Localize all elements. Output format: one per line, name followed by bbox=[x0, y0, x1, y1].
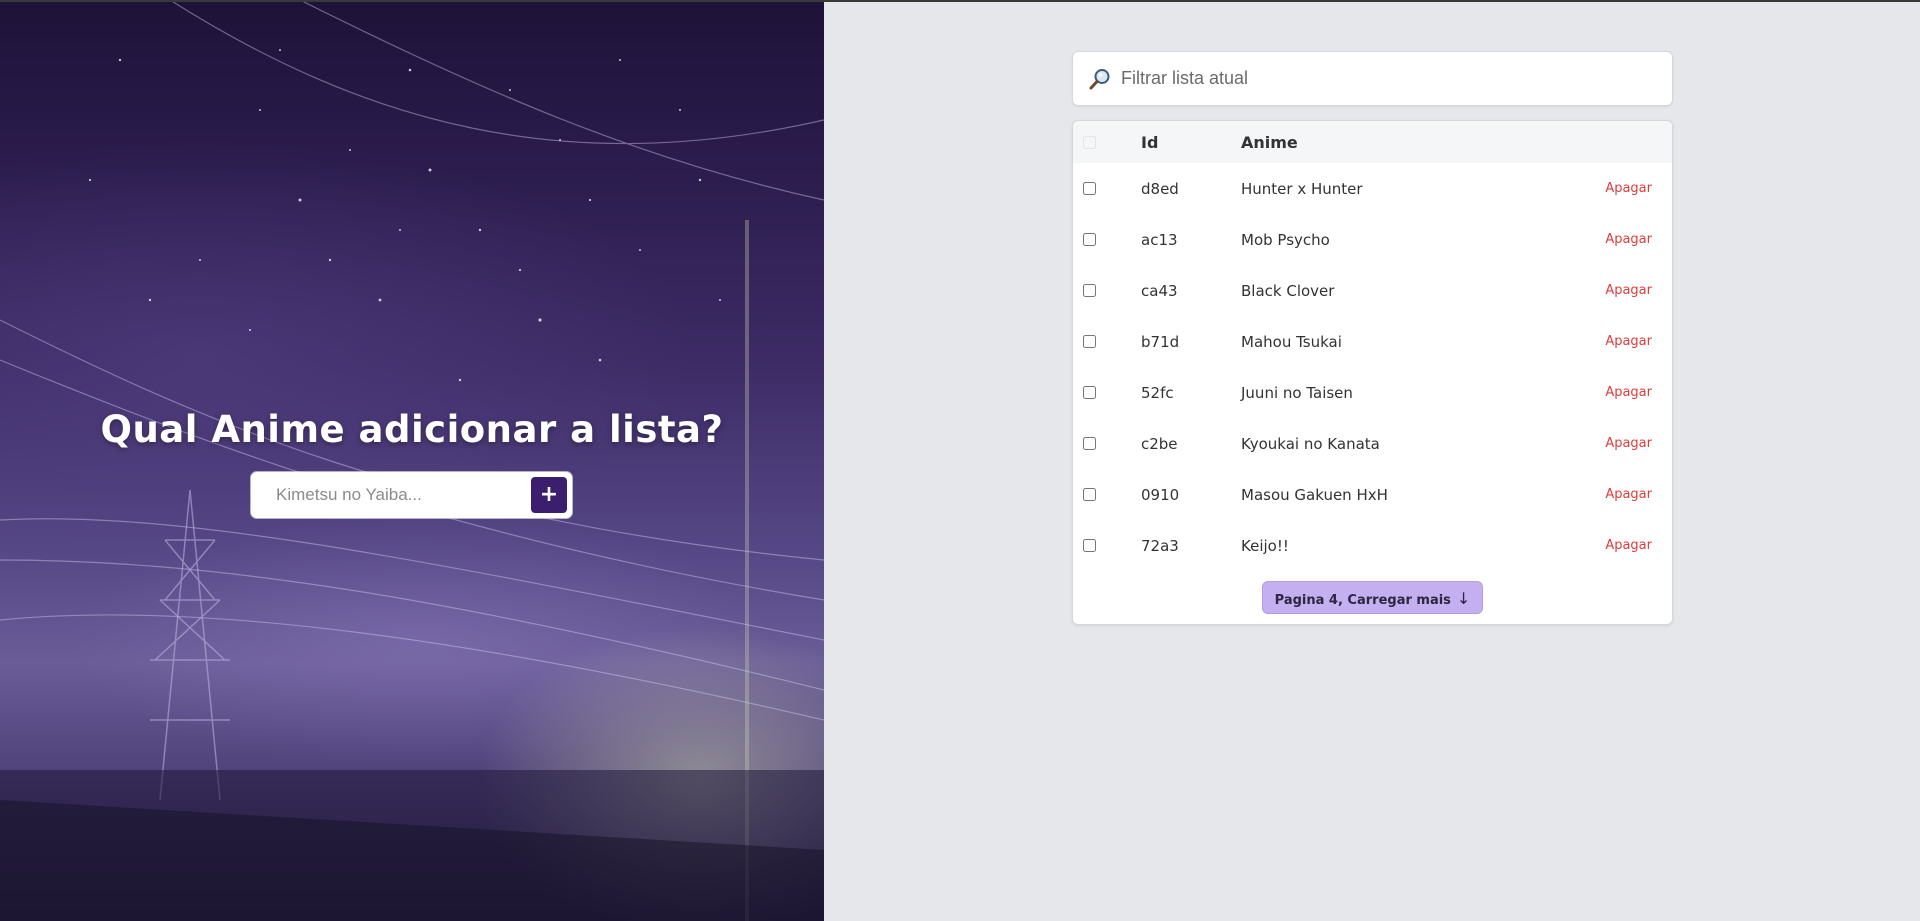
anime-name-input[interactable] bbox=[254, 475, 531, 515]
row-id: 72a3 bbox=[1141, 536, 1179, 555]
row-id: 0910 bbox=[1141, 485, 1180, 504]
row-anime-name: Masou Gakuen HxH bbox=[1241, 485, 1388, 504]
night-sky-background bbox=[0, 0, 824, 921]
delete-button[interactable]: Apagar bbox=[1605, 538, 1652, 553]
column-header-id: Id bbox=[1141, 132, 1159, 152]
row-checkbox[interactable] bbox=[1083, 437, 1096, 450]
hero-panel: Qual Anime adicionar a lista? + bbox=[0, 0, 824, 921]
table-row: 72a3 Keijo!! Apagar bbox=[1073, 520, 1672, 571]
row-id: 52fc bbox=[1141, 383, 1174, 402]
row-checkbox[interactable] bbox=[1083, 386, 1096, 399]
table-body: d8ed Hunter x Hunter Apagar ac13 Mob Psy… bbox=[1073, 163, 1672, 571]
arrow-down-icon: ↓ bbox=[1456, 589, 1471, 608]
row-checkbox[interactable] bbox=[1083, 539, 1096, 552]
row-id: b71d bbox=[1141, 332, 1180, 351]
row-id: ca43 bbox=[1141, 281, 1178, 300]
table-header: Id Anime bbox=[1073, 121, 1672, 163]
row-anime-name: Mob Psycho bbox=[1241, 230, 1330, 249]
delete-button[interactable]: Apagar bbox=[1605, 436, 1652, 451]
hero-title: Qual Anime adicionar a lista? bbox=[100, 408, 724, 451]
delete-button[interactable]: Apagar bbox=[1605, 334, 1652, 349]
row-anime-name: Mahou Tsukai bbox=[1241, 332, 1342, 351]
filter-input[interactable] bbox=[1121, 68, 1672, 89]
filter-box bbox=[1072, 51, 1673, 106]
table-row: b71d Mahou Tsukai Apagar bbox=[1073, 316, 1672, 367]
table-row: c2be Kyoukai no Kanata Apagar bbox=[1073, 418, 1672, 469]
delete-button[interactable]: Apagar bbox=[1605, 232, 1652, 247]
window-top-border bbox=[0, 0, 1920, 2]
table-row: ca43 Black Clover Apagar bbox=[1073, 265, 1672, 316]
row-anime-name: Hunter x Hunter bbox=[1241, 179, 1363, 198]
load-more-button[interactable]: Pagina 4, Carregar mais ↓ bbox=[1261, 581, 1484, 614]
table-row: 52fc Juuni no Taisen Apagar bbox=[1073, 367, 1672, 418]
load-more-label: Pagina 4, Carregar mais bbox=[1274, 593, 1451, 608]
row-anime-name: Black Clover bbox=[1241, 281, 1335, 300]
row-anime-name: Juuni no Taisen bbox=[1241, 383, 1353, 402]
row-checkbox[interactable] bbox=[1083, 488, 1096, 501]
table-row: 0910 Masou Gakuen HxH Apagar bbox=[1073, 469, 1672, 520]
row-checkbox[interactable] bbox=[1083, 335, 1096, 348]
row-id: c2be bbox=[1141, 434, 1178, 453]
add-anime-button[interactable]: + bbox=[531, 477, 567, 513]
anime-list-table: Id Anime d8ed Hunter x Hunter Apagar ac1… bbox=[1072, 120, 1673, 625]
select-all-checkbox[interactable] bbox=[1083, 135, 1096, 149]
add-anime-form: + bbox=[251, 472, 572, 518]
load-more-wrap: Pagina 4, Carregar mais ↓ bbox=[1073, 581, 1672, 614]
delete-button[interactable]: Apagar bbox=[1605, 181, 1652, 196]
row-checkbox[interactable] bbox=[1083, 233, 1096, 246]
row-anime-name: Keijo!! bbox=[1241, 536, 1289, 555]
row-id: d8ed bbox=[1141, 179, 1179, 198]
row-checkbox[interactable] bbox=[1083, 182, 1096, 195]
row-anime-name: Kyoukai no Kanata bbox=[1241, 434, 1380, 453]
table-row: d8ed Hunter x Hunter Apagar bbox=[1073, 163, 1672, 214]
row-id: ac13 bbox=[1141, 230, 1178, 249]
delete-button[interactable]: Apagar bbox=[1605, 283, 1652, 298]
search-icon bbox=[1089, 68, 1110, 89]
delete-button[interactable]: Apagar bbox=[1605, 385, 1652, 400]
column-header-anime: Anime bbox=[1241, 132, 1298, 152]
delete-button[interactable]: Apagar bbox=[1605, 487, 1652, 502]
row-checkbox[interactable] bbox=[1083, 284, 1096, 297]
table-row: ac13 Mob Psycho Apagar bbox=[1073, 214, 1672, 265]
